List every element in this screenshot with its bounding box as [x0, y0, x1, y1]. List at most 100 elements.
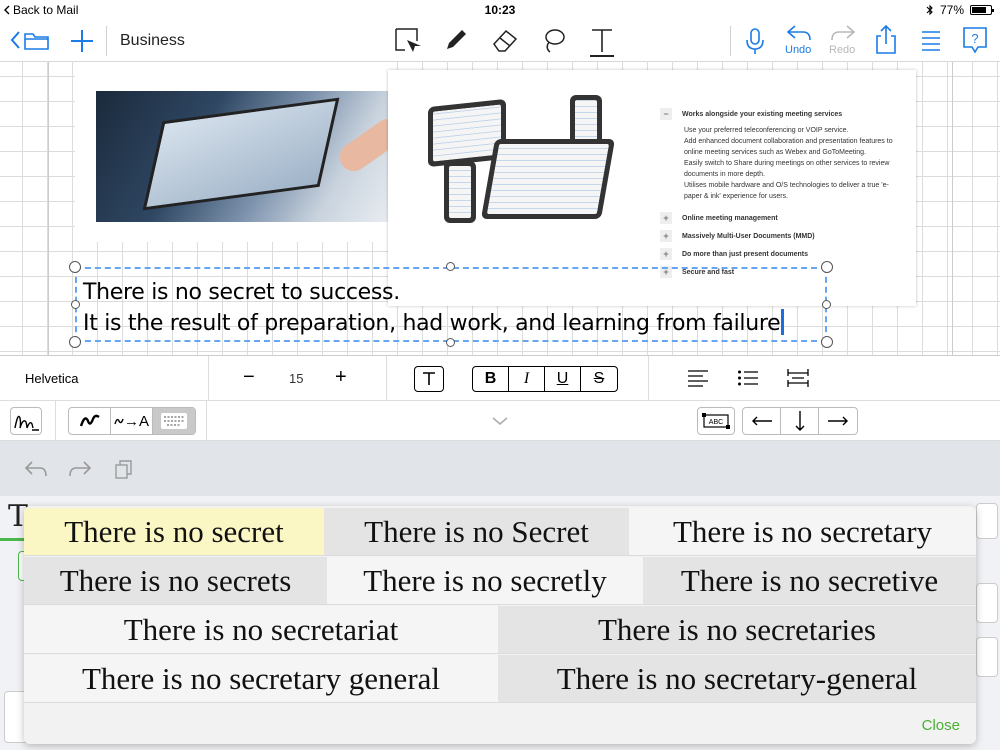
writing-undo-button[interactable] — [24, 459, 48, 479]
text-tool-icon — [590, 29, 614, 57]
candidate-option[interactable]: There is no secretariat — [24, 606, 498, 654]
bold-button[interactable]: B — [473, 367, 509, 391]
list-menu-icon — [922, 31, 940, 51]
accordion-item[interactable]: + Do more than just present documents — [660, 248, 900, 260]
status-bar: Back to Mail 10:23 77% — [0, 0, 1000, 20]
resize-handle-bottom-right[interactable] — [821, 336, 833, 348]
undo-label: Undo — [785, 44, 812, 56]
accordion-item[interactable]: − Works alongside your existing meeting s… — [660, 108, 900, 120]
collapse-toolbar-button[interactable] — [488, 407, 512, 435]
candidate-option[interactable]: There is no secrets — [24, 557, 327, 605]
lasso-tool-button[interactable] — [540, 26, 568, 56]
close-candidates-button[interactable]: Close — [922, 717, 960, 734]
expand-icon[interactable]: + — [660, 212, 672, 224]
underline-button[interactable]: U — [545, 367, 581, 391]
move-left-button[interactable] — [743, 408, 781, 434]
document-title[interactable]: Business — [120, 32, 185, 50]
candidate-option[interactable]: There is no secretary — [629, 508, 976, 556]
accordion-description: Use your preferred teleconferencing or V… — [684, 127, 893, 200]
text-box-frame[interactable]: There is no secret to success. It is the… — [75, 267, 827, 342]
keyboard-mode-button[interactable] — [153, 408, 195, 434]
text-box-convert-button[interactable]: ABC — [697, 407, 735, 435]
arrow-down-icon — [795, 411, 804, 431]
microphone-button[interactable] — [744, 26, 766, 56]
align-left-icon — [688, 370, 708, 387]
document-canvas[interactable]: − Works alongside your existing meeting s… — [0, 62, 1000, 355]
expand-icon[interactable]: + — [660, 230, 672, 242]
candidate-option[interactable]: There is no secretive — [643, 557, 976, 605]
share-button[interactable] — [874, 24, 898, 56]
main-toolbar: Business Undo Redo ? — [0, 20, 1000, 62]
text-tool-button[interactable] — [588, 26, 616, 58]
ink-to-text-icon — [114, 418, 124, 425]
help-icon: ? — [963, 27, 987, 54]
cursor-movement-group — [742, 407, 858, 435]
font-size-increase-button[interactable]: + — [335, 366, 347, 388]
convert-to-text-button[interactable]: →A — [111, 408, 153, 434]
redo-label: Redo — [829, 44, 856, 56]
ink-mode-button[interactable] — [69, 408, 111, 434]
candidate-row: There is no secretariat There is no secr… — [24, 606, 976, 655]
candidate-option[interactable]: There is no secretary-general — [498, 655, 976, 703]
resize-handle-left[interactable] — [71, 300, 80, 309]
eraser-tool-button[interactable] — [490, 26, 520, 54]
move-down-button[interactable] — [781, 408, 819, 434]
candidate-option[interactable]: There is no secret — [24, 508, 324, 556]
select-tool-button[interactable] — [393, 26, 423, 56]
resize-handle-top[interactable] — [446, 262, 455, 271]
font-size-decrease-button[interactable]: − — [243, 366, 255, 388]
redo-button[interactable] — [828, 22, 858, 44]
battery-percent: 77% — [939, 3, 964, 17]
expand-icon[interactable]: + — [660, 248, 672, 260]
resize-handle-bottom[interactable] — [446, 338, 455, 347]
move-right-button[interactable] — [819, 408, 857, 434]
candidate-row: There is no secret There is no Secret Th… — [24, 508, 976, 557]
accordion-title: Do more than just present documents — [682, 250, 809, 258]
redo-icon — [831, 25, 856, 41]
accordion-item[interactable]: + Online meeting management — [660, 212, 900, 224]
accordion-title: Online meeting management — [682, 214, 778, 222]
italic-button[interactable]: I — [509, 367, 545, 391]
resize-handle-top-right[interactable] — [821, 261, 833, 273]
chevron-down-icon — [492, 417, 508, 425]
bullet-list-icon — [738, 370, 758, 386]
resize-handle-bottom-left[interactable] — [69, 336, 81, 348]
align-button[interactable] — [687, 368, 709, 388]
share-icon — [876, 24, 896, 54]
writing-tools — [0, 441, 1000, 496]
candidate-option[interactable]: There is no secretly — [327, 557, 643, 605]
handwriting-mode-button[interactable] — [10, 407, 42, 435]
writing-redo-button[interactable] — [68, 459, 92, 479]
text-caret — [781, 309, 785, 335]
ink-scribble-icon — [79, 414, 100, 427]
bullet-list-button[interactable] — [737, 368, 759, 388]
handwriting-toolbar: →A ABC — [0, 401, 1000, 441]
menu-button[interactable] — [920, 28, 942, 52]
svg-text:ABC: ABC — [709, 419, 723, 426]
candidate-option[interactable]: There is no secretary general — [24, 655, 498, 703]
font-picker[interactable]: Helvetica — [25, 371, 78, 386]
undo-button[interactable] — [784, 22, 814, 44]
candidate-row: There is no secretary general There is n… — [24, 655, 976, 704]
accordion-item[interactable]: + Massively Multi-User Documents (MMD) — [660, 230, 900, 242]
pen-tool-button[interactable] — [442, 26, 470, 54]
resize-handle-right[interactable] — [822, 300, 831, 309]
strikethrough-button[interactable]: S — [581, 367, 617, 391]
text-box-content[interactable]: There is no secret to success. It is the… — [83, 277, 785, 339]
keyboard-icon — [161, 413, 187, 429]
add-button[interactable] — [69, 28, 95, 54]
line-spacing-button[interactable] — [786, 366, 810, 390]
candidate-option[interactable]: There is no Secret — [324, 508, 629, 556]
text-style-icon — [415, 367, 443, 391]
resize-handle-top-left[interactable] — [69, 261, 81, 273]
arrow-right-icon — [828, 416, 848, 426]
redo-arrow-icon — [69, 461, 92, 477]
line-spacing-icon — [787, 369, 809, 387]
folder-back-icon — [10, 31, 49, 50]
collapse-icon[interactable]: − — [660, 108, 672, 120]
help-button[interactable]: ? — [962, 26, 988, 54]
candidate-option[interactable]: There is no secretaries — [498, 606, 976, 654]
writing-copy-button[interactable] — [113, 458, 135, 480]
text-style-button[interactable] — [414, 366, 444, 392]
back-folder-button[interactable] — [10, 28, 52, 52]
